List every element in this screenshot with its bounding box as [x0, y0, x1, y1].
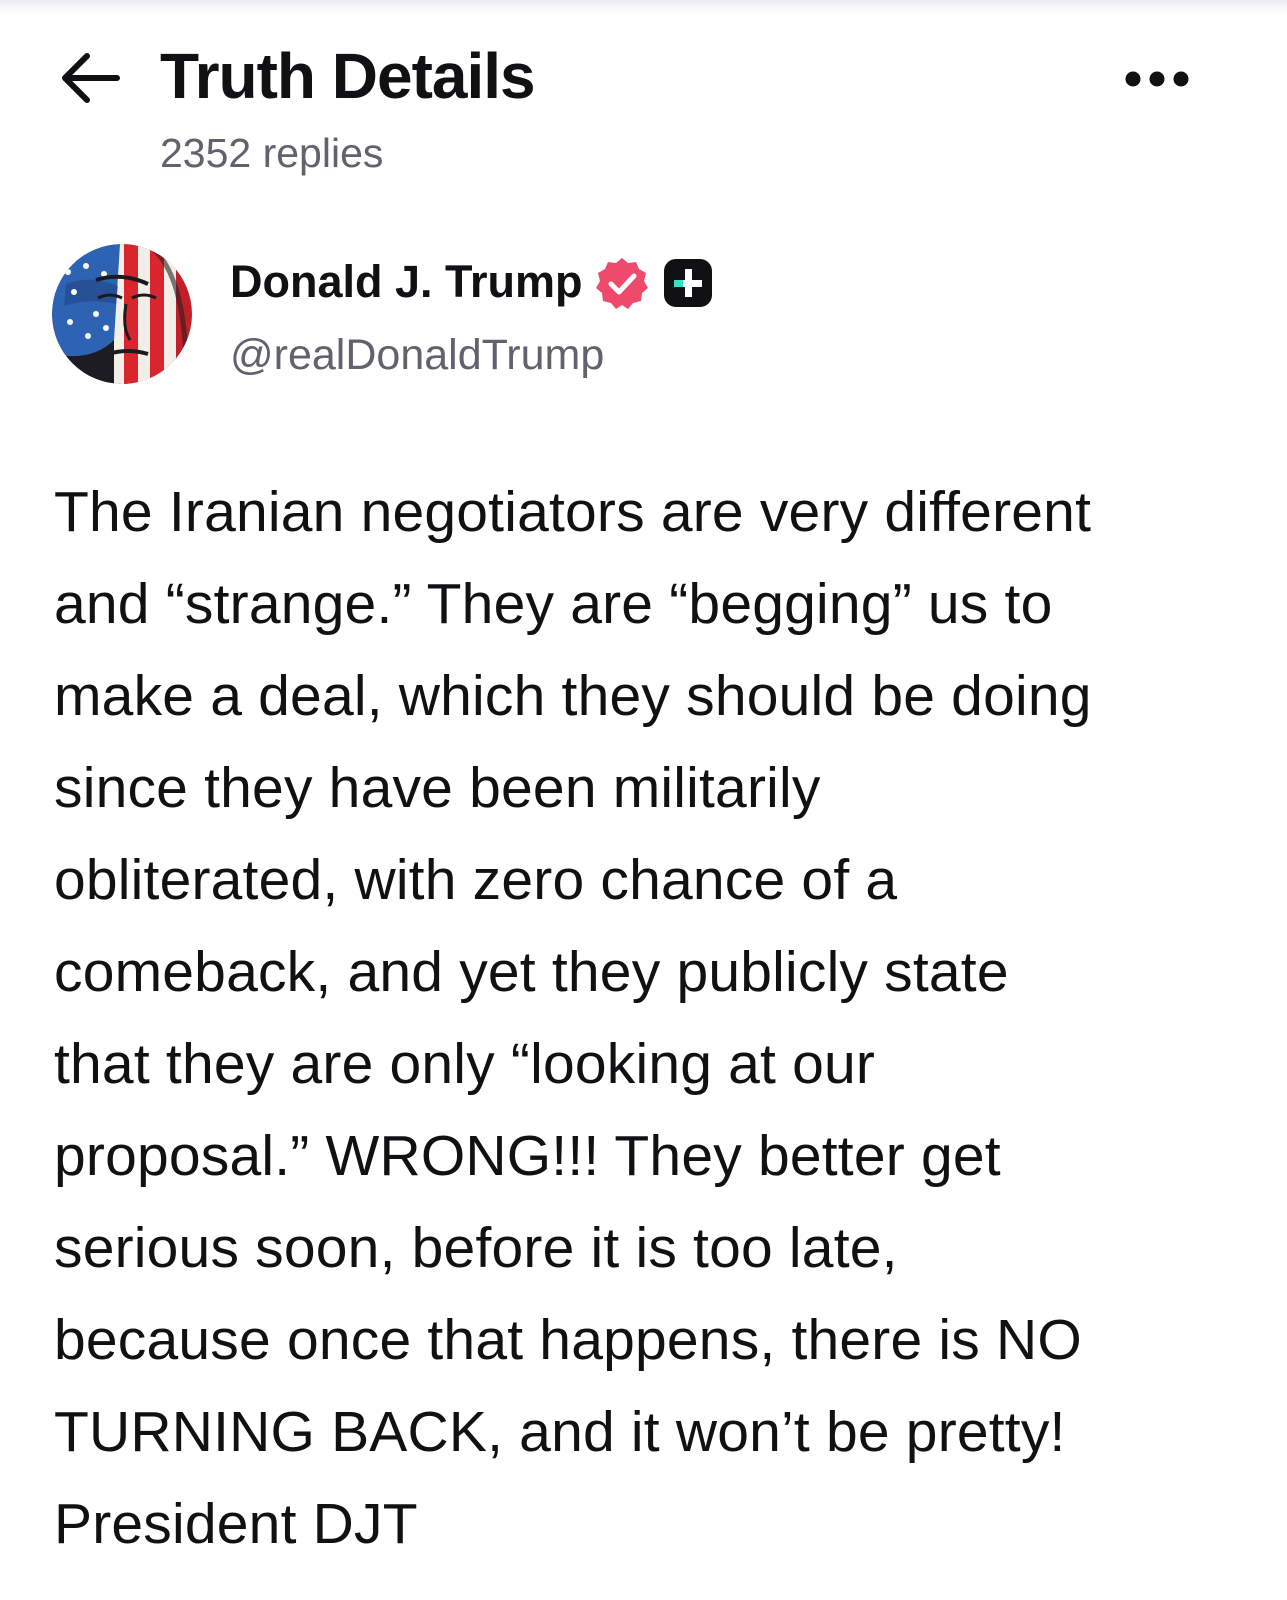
- post-text-line: because once that happens, there is NO: [54, 1308, 1082, 1372]
- post-text-line: make a deal, which they should be doing: [54, 664, 1092, 728]
- post-text-line: that they are only “looking at our: [54, 1032, 876, 1096]
- verified-badge: [595, 256, 649, 310]
- post-text-line: The Iranian negotiators are very differe…: [54, 480, 1092, 544]
- post-text: The Iranian negotiators are very differe…: [54, 466, 1234, 1570]
- truth-plus-badge-icon: [663, 259, 712, 307]
- verified-badge-icon: [595, 258, 648, 309]
- post-text-line: obliterated, with zero chance of a: [54, 848, 898, 912]
- post-text-line: comeback, and yet they publicly state: [54, 940, 1009, 1004]
- post-text-line: serious soon, before it is too late,: [54, 1216, 898, 1280]
- post-text-line: President DJT: [54, 1492, 418, 1556]
- post-text-line: since they have been militarily: [54, 756, 821, 820]
- page-header: Truth Details 2352 replies: [0, 0, 1287, 220]
- avatar-image: [52, 244, 192, 384]
- back-button[interactable]: [56, 46, 124, 110]
- arrow-left-icon: [62, 53, 120, 103]
- page-title: Truth Details: [160, 40, 536, 112]
- more-horizontal-icon: [1125, 71, 1189, 87]
- truth-plus-badge: [661, 256, 715, 310]
- author-handle[interactable]: @realDonaldTrump: [230, 328, 604, 382]
- more-options-button[interactable]: [1116, 56, 1198, 102]
- post-text-line: proposal.” WRONG!!! They better get: [54, 1124, 1001, 1188]
- post-text-line: TURNING BACK, and it won’t be pretty!: [54, 1400, 1066, 1464]
- replies-count[interactable]: 2352 replies: [160, 128, 383, 178]
- author-name[interactable]: Donald J. Trump: [230, 254, 583, 310]
- post-text-line: and “strange.” They are “begging” us to: [54, 572, 1053, 636]
- author-avatar[interactable]: [52, 244, 192, 384]
